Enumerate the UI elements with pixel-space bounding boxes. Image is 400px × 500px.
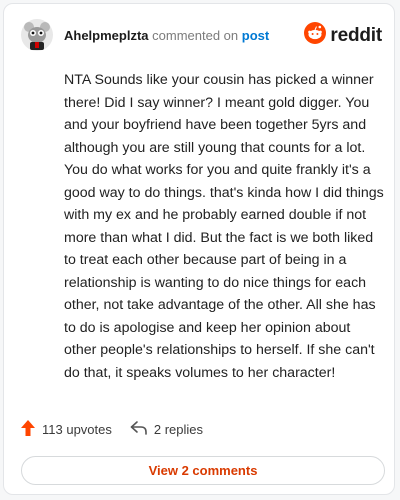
username[interactable]: Ahelpmeplzta	[64, 28, 149, 43]
replies-count: 2 replies	[153, 422, 204, 437]
reddit-logo[interactable]: reddit	[304, 22, 382, 49]
replies-button[interactable]: 2 replies	[130, 420, 203, 439]
reddit-logo-icon	[304, 22, 327, 49]
snoo-avatar-icon[interactable]	[20, 18, 54, 52]
comment-body: NTA Sounds like your cousin has picked a…	[64, 72, 384, 381]
upvote-arrow-icon	[20, 419, 42, 440]
post-link[interactable]: post	[242, 28, 269, 43]
comment-actions: 113 upvotes 2 replies	[20, 419, 221, 440]
reply-arrow-icon	[130, 420, 154, 439]
upvotes-count: 113 upvotes	[42, 422, 112, 437]
reddit-wordmark: reddit	[330, 24, 382, 46]
comment-card: Ahelpmeplzta commented on post reddit NT…	[3, 3, 395, 495]
upvote-button[interactable]: 113 upvotes	[20, 419, 112, 440]
view-comments-button[interactable]: View 2 comments	[21, 456, 385, 485]
comment-header: Ahelpmeplzta commented on post	[64, 28, 269, 44]
action-text: commented on	[152, 28, 239, 43]
